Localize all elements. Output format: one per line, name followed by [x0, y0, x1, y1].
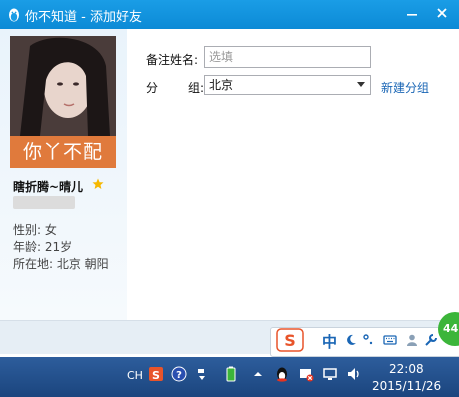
punctuation-icon[interactable]: [362, 333, 376, 347]
group-select[interactable]: 北京: [204, 75, 371, 95]
svg-text:S: S: [284, 331, 296, 350]
gender-info: 性别: 女: [13, 223, 57, 237]
sogou-logo-icon[interactable]: S: [276, 328, 304, 352]
remark-input[interactable]: 选填: [204, 46, 371, 68]
minimize-button[interactable]: [402, 4, 422, 24]
moon-icon[interactable]: [344, 333, 358, 347]
keyboard-icon[interactable]: [383, 333, 397, 347]
group-label-colon: 组:: [188, 81, 205, 95]
wrench-icon[interactable]: [424, 333, 438, 347]
title-bar: 你不知道 - 添加好友: [0, 0, 459, 29]
avatar-caption: 你丫不配: [10, 136, 116, 168]
svg-text:S: S: [152, 369, 160, 382]
remark-label: 备注姓名:: [146, 53, 199, 67]
show-hidden-icons-icon[interactable]: [250, 366, 266, 382]
language-indicator[interactable]: CH: [127, 369, 143, 382]
clock-time[interactable]: 22:08: [389, 362, 424, 376]
ime-mode[interactable]: 中: [322, 331, 337, 352]
qq-penguin-icon: [9, 8, 19, 22]
location-info: 所在地: 北京 朝阳: [13, 257, 109, 271]
battery-icon[interactable]: [223, 366, 239, 382]
clock-date[interactable]: 2015/11/26: [372, 379, 441, 393]
svg-text:?: ?: [176, 370, 182, 381]
nickname: 瞎折腾~晴儿: [13, 180, 84, 194]
ime-options-icon[interactable]: [194, 366, 210, 382]
new-group-link[interactable]: 新建分组: [381, 79, 429, 96]
group-select-value: 北京: [209, 78, 234, 92]
blurred-account-id: [13, 196, 75, 209]
window-title: 你不知道 - 添加好友: [25, 10, 142, 25]
group-label: 分: [146, 81, 159, 95]
network-blocked-icon[interactable]: [298, 366, 314, 382]
close-icon: [437, 8, 447, 18]
avatar: 你丫不配: [10, 36, 116, 168]
volume-icon[interactable]: [346, 366, 362, 382]
qq-tray-icon[interactable]: [274, 366, 290, 382]
star-icon[interactable]: [92, 178, 104, 190]
close-button[interactable]: [432, 4, 452, 24]
help-icon[interactable]: ?: [171, 366, 187, 382]
minimize-icon: [407, 14, 417, 16]
avatar-portrait: [10, 36, 116, 136]
sogou-tray-icon[interactable]: S: [148, 366, 164, 382]
user-icon[interactable]: [405, 333, 419, 347]
age-info: 年龄: 21岁: [13, 240, 73, 254]
chevron-down-icon: [357, 82, 365, 87]
display-icon[interactable]: [322, 366, 338, 382]
